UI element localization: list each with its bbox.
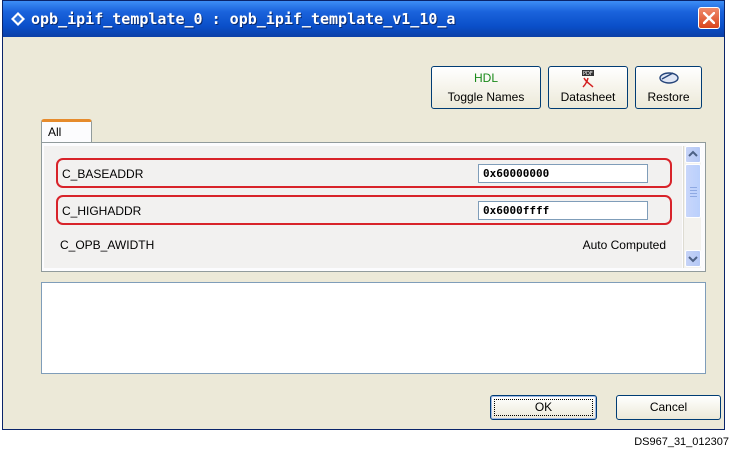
cancel-label: Cancel: [649, 400, 688, 414]
window-title: opb_ipif_template_0 : opb_ipif_template_…: [31, 10, 456, 28]
diamond-app-icon: [11, 12, 25, 26]
param-value-static: Auto Computed: [582, 238, 666, 252]
param-row-c-opb-awidth: C_OPB_AWIDTH Auto Computed: [44, 236, 682, 256]
dialog-window: opb_ipif_template_0 : opb_ipif_template_…: [2, 0, 725, 430]
toggle-names-label: Toggle Names: [447, 90, 525, 104]
close-icon: [703, 12, 715, 24]
param-name: C_HIGHADDR: [62, 204, 142, 218]
c-baseaddr-input[interactable]: 0x60000000: [478, 164, 648, 183]
scroll-down-button[interactable]: [685, 250, 701, 267]
tab-all[interactable]: All: [41, 119, 92, 143]
title-bar[interactable]: opb_ipif_template_0 : opb_ipif_template_…: [3, 1, 724, 37]
tab-all-label: All: [48, 125, 62, 139]
description-area: [41, 282, 706, 374]
restore-button[interactable]: Restore: [635, 66, 702, 109]
param-name: C_BASEADDR: [62, 167, 144, 181]
scroll-up-button[interactable]: [685, 146, 701, 163]
chevron-up-icon: [688, 150, 698, 157]
datasheet-label: Datasheet: [560, 90, 616, 104]
svg-text:PDF: PDF: [583, 71, 593, 77]
restore-label: Restore: [647, 90, 690, 104]
chevron-down-icon: [688, 256, 698, 263]
scroll-thumb[interactable]: [685, 164, 701, 218]
toggle-names-button[interactable]: HDL Toggle Names: [431, 66, 541, 109]
datasheet-button[interactable]: PDF Datasheet: [548, 66, 628, 109]
ok-button[interactable]: OK: [490, 395, 597, 420]
figure-id: DS967_31_012307: [634, 436, 729, 448]
pdf-icon: PDF: [549, 70, 627, 88]
close-button[interactable]: [698, 7, 720, 29]
hdl-icon: HDL: [473, 71, 498, 85]
cancel-button[interactable]: Cancel: [616, 395, 721, 420]
param-name: C_OPB_AWIDTH: [60, 238, 155, 252]
eraser-icon: [636, 70, 701, 86]
vertical-scrollbar[interactable]: [683, 146, 701, 268]
param-row-c-baseaddr: C_BASEADDR 0x60000000: [56, 158, 672, 188]
parameter-grid: C_BASEADDR 0x60000000 C_HIGHADDR 0x6000f…: [44, 146, 682, 268]
c-highaddr-input[interactable]: 0x6000ffff: [478, 201, 648, 220]
param-row-c-highaddr: C_HIGHADDR 0x6000ffff: [56, 195, 672, 225]
